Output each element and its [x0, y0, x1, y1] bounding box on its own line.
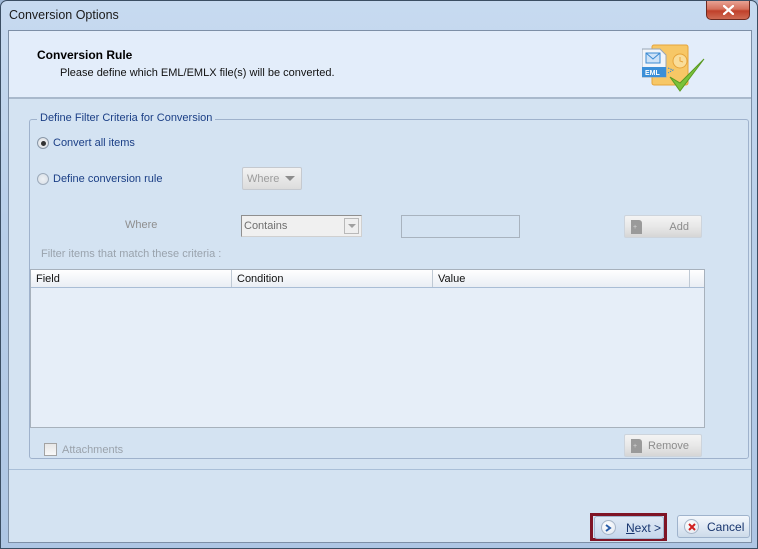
value-input[interactable] [401, 215, 520, 238]
column-header-filler [690, 270, 704, 287]
remove-button[interactable]: Remove [624, 434, 702, 457]
condition-combobox[interactable]: Contains [241, 215, 362, 237]
cancel-x-icon [684, 519, 699, 534]
eml-icon-label: EML [645, 70, 661, 77]
column-header-value[interactable]: Value [433, 270, 690, 287]
attachments-label: Attachments [62, 443, 124, 456]
chevron-down-icon [285, 176, 296, 181]
convert-all-items-label: Convert all items [53, 137, 135, 149]
close-button[interactable] [706, 1, 750, 20]
close-x-icon [722, 5, 734, 15]
radio-indicator [37, 173, 49, 185]
column-header-condition[interactable]: Condition [232, 270, 433, 287]
column-header-field[interactable]: Field [31, 270, 232, 287]
where-dropdown-label: Where [247, 172, 280, 185]
header-title: Conversion Rule [37, 48, 133, 62]
define-conversion-rule-label: Define conversion rule [53, 173, 163, 185]
attachments-checkbox[interactable]: Attachments [44, 443, 123, 456]
where-label: Where [125, 219, 158, 231]
header-subtitle: Please define which EML/EMLX file(s) wil… [60, 67, 335, 79]
where-dropdown[interactable]: Where [242, 167, 302, 190]
add-button-label: Add [669, 220, 689, 233]
next-button-label: Next > [626, 520, 662, 535]
define-conversion-rule-radio[interactable]: Define conversion rule [37, 173, 162, 185]
add-document-icon [631, 219, 642, 234]
criteria-table-header: Field Condition Value [31, 270, 704, 288]
filter-criteria-legend: Define Filter Criteria for Conversion [37, 112, 216, 124]
window-title: Conversion Options [9, 8, 119, 22]
convert-all-items-radio[interactable]: Convert all items [37, 137, 135, 149]
criteria-caption: Filter items that match these criteria : [41, 248, 222, 260]
chevron-right-icon [601, 520, 616, 535]
add-button[interactable]: Add [624, 215, 702, 238]
condition-value: Contains [244, 220, 288, 232]
eml-convert-check-icon: EML [642, 44, 705, 92]
footer-separator [9, 469, 751, 470]
cancel-button-label: Cancel [707, 519, 745, 534]
title-bar[interactable]: Conversion Options [1, 1, 757, 31]
cancel-button[interactable]: Cancel [677, 515, 750, 538]
dialog-client-area: Conversion Rule Please define which EML/… [8, 30, 752, 543]
checkbox-indicator [44, 443, 57, 456]
radio-indicator [37, 137, 49, 149]
criteria-table[interactable]: Field Condition Value [30, 269, 705, 428]
remove-document-icon [631, 438, 642, 453]
chevron-down-icon[interactable] [344, 218, 359, 234]
next-button[interactable]: Next > [594, 516, 664, 539]
header-band: Conversion Rule Please define which EML/… [9, 31, 751, 99]
conversion-options-window: Conversion Options Conversion Rule Pleas… [0, 0, 758, 549]
remove-button-label: Remove [648, 439, 689, 452]
